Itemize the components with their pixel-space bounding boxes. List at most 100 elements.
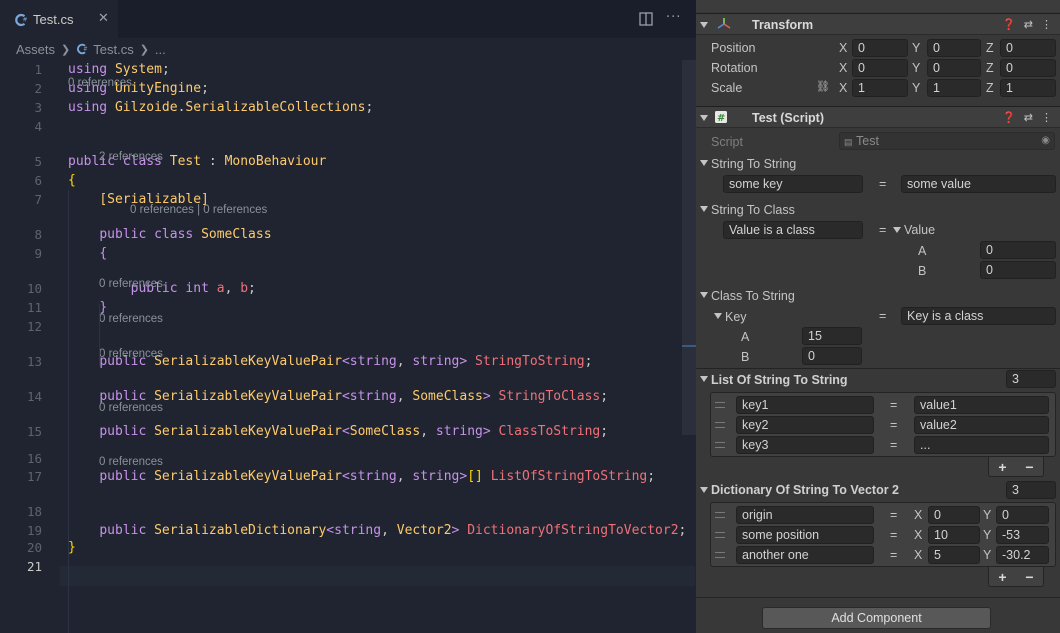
add-component-button[interactable]: Add Component (762, 607, 991, 629)
presets-icon[interactable]: ⇄ (1024, 18, 1033, 31)
foldout-arrow-icon[interactable] (700, 292, 708, 298)
class-to-string-value-input[interactable]: Key is a class (901, 307, 1056, 325)
axis-label-z[interactable]: Z (986, 41, 994, 55)
transform-x-input[interactable]: 0 (852, 39, 908, 57)
help-icon[interactable]: ❓ (1002, 18, 1016, 31)
code-line[interactable]: 9 { (0, 244, 682, 263)
class-key-b-input[interactable]: 0 (802, 347, 862, 365)
transform-y-input[interactable]: 1 (927, 79, 981, 97)
help-icon[interactable]: ❓ (1002, 111, 1016, 124)
object-picker-icon[interactable]: ◉ (1041, 133, 1050, 149)
string-to-string-label[interactable]: String To String (711, 157, 796, 171)
editor-scrollbar[interactable] (682, 60, 696, 435)
value-foldout-label[interactable]: Value (904, 223, 935, 237)
code-line[interactable]: 18 (0, 502, 682, 521)
code-editor[interactable]: # Test.cs ✕ ··· Assets ❯ # Test.cs ❯ ...… (0, 0, 696, 633)
foldout-arrow-icon[interactable] (714, 313, 722, 319)
tab-test-cs[interactable]: # Test.cs ✕ (0, 0, 118, 38)
list-item-key-input[interactable]: key2 (736, 416, 874, 434)
kebab-menu-icon[interactable]: ⋮ (1041, 18, 1052, 31)
transform-row-label[interactable]: Scale (711, 81, 742, 95)
axis-label-x[interactable]: X (914, 528, 922, 542)
code-line[interactable]: 20} (0, 538, 682, 557)
code-line[interactable]: 8 public class SomeClass (0, 225, 682, 244)
drag-handle-icon[interactable] (715, 442, 725, 448)
kebab-menu-icon[interactable]: ⋮ (1041, 111, 1052, 124)
axis-label-x[interactable]: X (839, 61, 847, 75)
transform-z-input[interactable]: 0 (1000, 39, 1056, 57)
codelens-references[interactable]: 0 references | 0 references (130, 202, 267, 218)
transform-row-label[interactable]: Rotation (711, 61, 758, 75)
transform-row-label[interactable]: Position (711, 41, 755, 55)
codelens-references[interactable]: 2 references (99, 149, 163, 165)
code-line[interactable]: 7 [Serializable] (0, 190, 682, 209)
more-actions-icon[interactable]: ··· (666, 10, 681, 25)
string-to-class-label[interactable]: String To Class (711, 203, 795, 217)
dictionary-key-input[interactable]: origin (736, 506, 874, 524)
axis-label-z[interactable]: Z (986, 61, 994, 75)
list-item-value-input[interactable]: value2 (914, 416, 1049, 434)
codelens-references[interactable]: 0 references (99, 276, 163, 292)
code-line[interactable]: 4 (0, 117, 682, 136)
transform-y-input[interactable]: 0 (927, 39, 981, 57)
codelens-references[interactable]: 0 references (99, 454, 163, 470)
dictionary-key-input[interactable]: some position (736, 526, 874, 544)
class-value-a-input[interactable]: 0 (980, 241, 1056, 259)
fold-arrow-icon[interactable] (700, 22, 708, 28)
dictionary-y-input[interactable]: -30.2 (996, 546, 1049, 564)
axis-label-y[interactable]: Y (983, 508, 991, 522)
string-to-string-key-input[interactable]: some key (723, 175, 863, 193)
dictionary-remove-button[interactable]: − (1025, 569, 1033, 585)
list-item-key-input[interactable]: key1 (736, 396, 874, 414)
axis-label-y[interactable]: Y (983, 528, 991, 542)
foldout-arrow-icon[interactable] (700, 160, 708, 166)
dictionary-size-input[interactable]: 3 (1006, 481, 1056, 499)
script-component-header[interactable]: # Test (Script) ❓ ⇄ ⋮ (696, 106, 1060, 128)
script-reference-field[interactable]: ▤ Test ◉ (839, 132, 1055, 150)
dictionary-label[interactable]: Dictionary Of String To Vector 2 (711, 483, 899, 497)
dictionary-add-button[interactable]: + (998, 569, 1006, 585)
list-item-key-input[interactable]: key3 (736, 436, 874, 454)
code-line[interactable]: 21 (0, 557, 682, 576)
transform-header[interactable]: Transform ❓ ⇄ ⋮ (696, 13, 1060, 35)
axis-label-x[interactable]: X (839, 41, 847, 55)
drag-handle-icon[interactable] (715, 512, 725, 518)
string-to-string-value-input[interactable]: some value (901, 175, 1056, 193)
drag-handle-icon[interactable] (715, 402, 725, 408)
list-of-string-label[interactable]: List Of String To String (711, 373, 848, 387)
code-line[interactable]: 6{ (0, 171, 682, 190)
key-foldout-label[interactable]: Key (725, 310, 747, 324)
transform-z-input[interactable]: 1 (1000, 79, 1056, 97)
codelens-references[interactable]: 0 references (99, 400, 163, 416)
list-remove-button[interactable]: − (1025, 459, 1033, 475)
axis-label-x[interactable]: X (839, 81, 847, 95)
transform-x-input[interactable]: 1 (852, 79, 908, 97)
foldout-arrow-icon[interactable] (893, 227, 901, 233)
foldout-arrow-icon[interactable] (700, 206, 708, 212)
foldout-arrow-icon[interactable] (700, 376, 708, 382)
transform-y-input[interactable]: 0 (927, 59, 981, 77)
code-line[interactable]: 3 using Gilzoide.SerializableCollections; (0, 98, 682, 117)
axis-label-y[interactable]: Y (912, 41, 920, 55)
axis-label-y[interactable]: Y (983, 548, 991, 562)
dictionary-x-input[interactable]: 5 (928, 546, 980, 564)
list-item-value-input[interactable]: ... (914, 436, 1049, 454)
axis-label-y[interactable]: Y (912, 81, 920, 95)
constrain-proportions-icon[interactable]: ⛓ (816, 80, 830, 93)
close-tab-icon[interactable]: ✕ (98, 11, 109, 26)
class-value-b-input[interactable]: 0 (980, 261, 1056, 279)
codelens-references[interactable]: 0 references (99, 346, 163, 362)
dictionary-x-input[interactable]: 0 (928, 506, 980, 524)
fold-arrow-icon[interactable] (700, 115, 708, 121)
dictionary-y-input[interactable]: -53 (996, 526, 1049, 544)
breadcrumb-file[interactable]: Test.cs (93, 42, 133, 57)
breadcrumb-more[interactable]: ... (155, 42, 166, 57)
drag-handle-icon[interactable] (715, 532, 725, 538)
foldout-arrow-icon[interactable] (700, 487, 708, 493)
code-line[interactable]: 15 public SerializableKeyValuePair<SomeC… (0, 422, 682, 441)
dictionary-x-input[interactable]: 10 (928, 526, 980, 544)
list-size-input[interactable]: 3 (1006, 370, 1056, 388)
dictionary-key-input[interactable]: another one (736, 546, 874, 564)
string-to-class-key-input[interactable]: Value is a class (723, 221, 863, 239)
axis-label-x[interactable]: X (914, 508, 922, 522)
